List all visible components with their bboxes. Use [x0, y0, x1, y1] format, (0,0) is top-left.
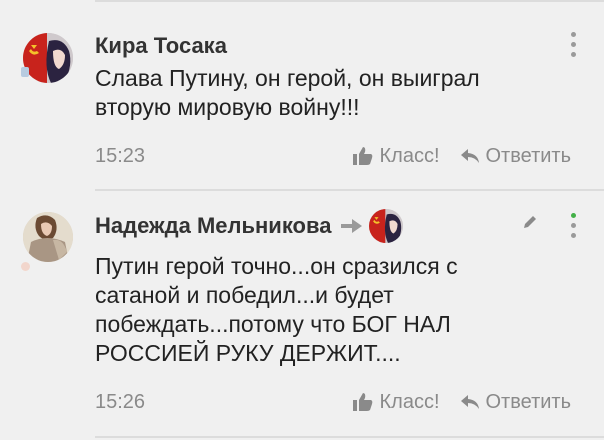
like-label: Класс! [379, 144, 440, 167]
comment-author-row: Надежда Мельникова [95, 209, 404, 243]
comment-author[interactable]: Надежда Мельникова [95, 213, 331, 239]
comment-footer: 15:23 Класс! Ответить [95, 143, 571, 169]
comment: Кира Тосака Слава Путину, он герой, он в… [0, 0, 604, 190]
like-button[interactable]: Класс! [352, 391, 440, 414]
reply-to-arrow-icon [341, 219, 363, 233]
comment: Надежда Мельникова Путин герой точно...о… [0, 192, 604, 440]
avatar[interactable] [23, 212, 73, 262]
edit-icon[interactable] [522, 214, 538, 230]
like-button[interactable]: Класс! [352, 145, 440, 168]
presence-indicator [21, 262, 30, 271]
more-icon[interactable] [570, 213, 576, 238]
reply-to-avatar[interactable] [369, 209, 404, 243]
reply-icon [460, 395, 479, 409]
reply-label: Ответить [485, 390, 572, 413]
avatar[interactable] [23, 33, 73, 83]
reply-icon [460, 149, 479, 163]
comment-divider [95, 189, 604, 191]
more-icon[interactable] [570, 32, 576, 57]
reply-label: Ответить [485, 144, 572, 167]
comment-divider [95, 436, 604, 438]
reply-button[interactable]: Ответить [460, 144, 572, 168]
comment-time: 15:26 [95, 390, 146, 413]
thumb-up-icon [352, 147, 372, 165]
comment-author[interactable]: Кира Тосака [95, 33, 227, 59]
comment-time: 15:23 [95, 144, 146, 167]
comment-text: Путин герой точно...он сразился с сатано… [95, 253, 458, 366]
presence-indicator [21, 67, 29, 77]
like-label: Класс! [379, 390, 440, 413]
comment-footer: 15:26 Класс! Ответить [95, 389, 571, 415]
thumb-up-icon [352, 393, 372, 411]
comment-text: Слава Путину, он герой, он выиграл втору… [95, 65, 480, 120]
reply-button[interactable]: Ответить [460, 390, 572, 414]
